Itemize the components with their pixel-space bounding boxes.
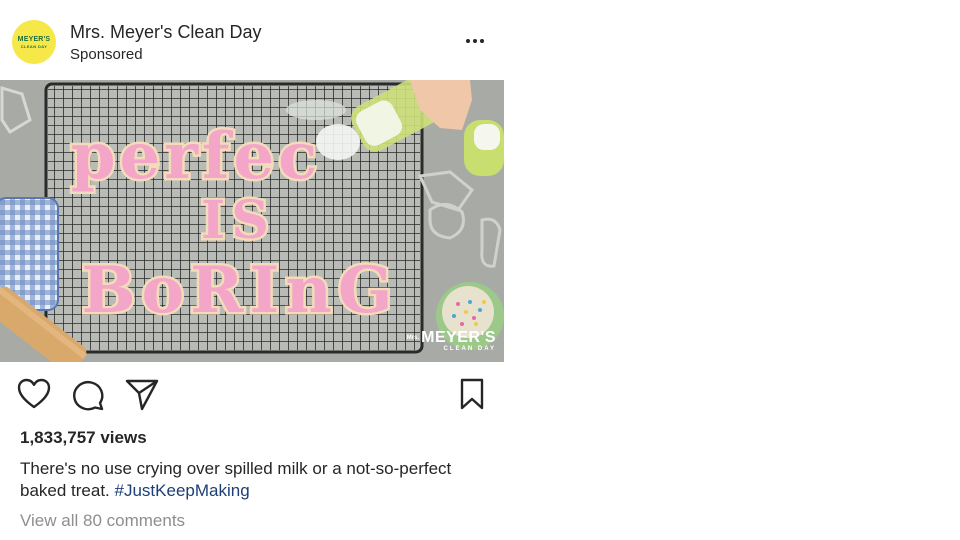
avatar-logo-subtext: CLEAN DAY [20,43,48,49]
cookie-word-perfect: perfec [71,119,321,194]
comment-button[interactable] [70,376,106,412]
account-name[interactable]: Mrs. Meyer's Clean Day [70,22,261,43]
hashtag-link[interactable]: #JustKeepMaking [115,481,250,500]
brand-watermark: Mrs. MEYER'S CLEAN DAY [407,329,496,352]
cookie-word-is: IS [201,190,275,251]
sponsored-post: MEYER'S CLEAN DAY Mrs. Meyer's Clean Day… [0,0,504,540]
cookie-word-boring: BoRInG [81,253,398,328]
like-button[interactable] [16,376,52,412]
watermark-mrs: Mrs. [406,334,420,341]
comment-bubble-icon [73,381,104,411]
save-button[interactable] [454,376,490,412]
bookmark-icon [460,378,484,410]
share-button[interactable] [124,376,160,412]
watermark-brand: MEYER'S [421,329,496,346]
heart-icon [17,378,51,409]
view-count[interactable]: 1,833,757 views [20,428,147,448]
view-comments-link[interactable]: View all 80 comments [20,511,185,531]
avatar[interactable]: MEYER'S CLEAN DAY [12,20,56,64]
avatar-logo-text: MEYER'S [17,35,51,43]
paper-plane-icon [125,379,159,411]
post-media[interactable]: perfec IS BoRInG Mrs. MEYER'S CLEAN DAY [0,80,504,362]
sponsored-label: Sponsored [70,46,143,63]
more-options-icon[interactable] [462,28,488,48]
post-header: MEYER'S CLEAN DAY Mrs. Meyer's Clean Day… [0,0,504,80]
post-caption: There's no use crying over spilled milk … [20,458,490,502]
